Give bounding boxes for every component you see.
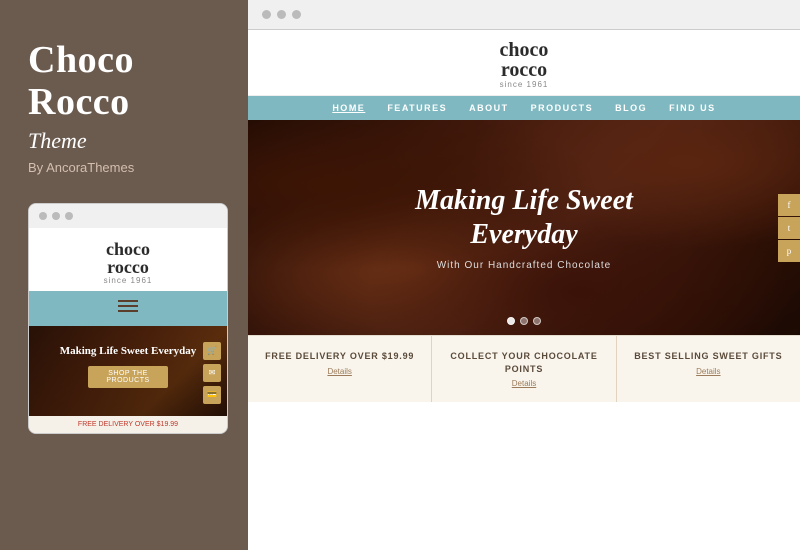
browser-dot-2: [277, 10, 286, 19]
mobile-action-icons: 🛒 ✉ 💳: [203, 342, 221, 404]
mobile-logo-line2: rocco: [29, 258, 227, 276]
site-header: choco rocco since 1961: [248, 30, 800, 96]
sidebar-title: Choco Rocco: [28, 40, 220, 124]
site-logo-line1: choco: [248, 40, 800, 60]
twitter-button[interactable]: t: [778, 217, 800, 239]
sidebar: Choco Rocco Theme By AncoraThemes choco …: [0, 0, 248, 550]
dot-1: [39, 212, 47, 220]
dot-3: [65, 212, 73, 220]
feature-gifts: BEST SELLING SWEET GIFTS Details: [617, 336, 800, 402]
mobile-logo-since: since 1961: [29, 276, 227, 285]
mobile-footer-price: $19.99: [157, 421, 178, 428]
browser-content: choco rocco since 1961 HOME FEATURES ABO…: [248, 30, 800, 550]
hero-title: Making Life Sweet Everyday: [415, 184, 633, 251]
browser-area: choco rocco since 1961 HOME FEATURES ABO…: [248, 0, 800, 550]
site-logo-line2: rocco: [248, 60, 800, 80]
mobile-preview: choco rocco since 1961 Making Life Sweet…: [28, 203, 228, 434]
nav-find-us[interactable]: FIND US: [669, 103, 716, 113]
hamburger-icon[interactable]: [118, 297, 138, 315]
nav-products[interactable]: PRODUCTS: [531, 103, 594, 113]
hero-subtitle: With Our Handcrafted Chocolate: [437, 260, 612, 271]
mobile-nav-bar: [29, 291, 227, 326]
feature-gifts-title: BEST SELLING SWEET GIFTS: [627, 350, 790, 363]
browser-dot-1: [262, 10, 271, 19]
facebook-button[interactable]: f: [778, 194, 800, 216]
mobile-hero-title: Making Life Sweet Everyday: [41, 344, 215, 358]
brand-title-line2: Rocco: [28, 82, 220, 124]
features-strip: FREE DELIVERY OVER $19.99 Details COLLEC…: [248, 335, 800, 402]
feature-points-details[interactable]: Details: [442, 379, 605, 388]
nav-blog[interactable]: BLOG: [615, 103, 647, 113]
mobile-logo-area: choco rocco since 1961: [29, 228, 227, 291]
dot-2: [52, 212, 60, 220]
hero-dot-3[interactable]: [533, 317, 541, 325]
mobile-footer: FREE DELIVERY OVER $19.99: [29, 416, 227, 433]
feature-gifts-details[interactable]: Details: [627, 367, 790, 376]
cart-icon[interactable]: 🛒: [203, 342, 221, 360]
card-icon[interactable]: 💳: [203, 386, 221, 404]
theme-label: Theme: [28, 128, 220, 154]
hero-wrapper: Making Life Sweet Everyday With Our Hand…: [248, 120, 800, 335]
mail-icon[interactable]: ✉: [203, 364, 221, 382]
nav-about[interactable]: ABOUT: [469, 103, 509, 113]
nav-features[interactable]: FEATURES: [387, 103, 447, 113]
brand-title-line1: Choco: [28, 40, 220, 82]
author-label: By AncoraThemes: [28, 160, 220, 175]
feature-delivery-details[interactable]: Details: [258, 367, 421, 376]
feature-points-title: COLLECT YOUR CHOCOLATE POINTS: [442, 350, 605, 375]
feature-points: COLLECT YOUR CHOCOLATE POINTS Details: [432, 336, 616, 402]
hero-dots: [507, 317, 541, 325]
site-nav: HOME FEATURES ABOUT PRODUCTS BLOG FIND U…: [248, 96, 800, 120]
feature-delivery-title: FREE DELIVERY OVER $19.99: [258, 350, 421, 363]
site-hero: Making Life Sweet Everyday With Our Hand…: [248, 120, 800, 335]
mobile-footer-text: FREE DELIVERY OVER: [78, 421, 155, 428]
mobile-titlebar: [29, 204, 227, 228]
mobile-logo-line1: choco: [29, 240, 227, 258]
browser-dot-3: [292, 10, 301, 19]
mobile-shop-button[interactable]: SHOP THE PRODUCTS: [88, 366, 168, 388]
pinterest-button[interactable]: p: [778, 240, 800, 262]
feature-delivery: FREE DELIVERY OVER $19.99 Details: [248, 336, 432, 402]
mobile-hero: Making Life Sweet Everyday SHOP THE PROD…: [29, 326, 227, 416]
hero-dot-1[interactable]: [507, 317, 515, 325]
side-buttons: f t p: [778, 194, 800, 262]
site-logo-since: since 1961: [248, 80, 800, 89]
browser-chrome: [248, 0, 800, 30]
nav-home[interactable]: HOME: [332, 103, 365, 113]
hero-dot-2[interactable]: [520, 317, 528, 325]
